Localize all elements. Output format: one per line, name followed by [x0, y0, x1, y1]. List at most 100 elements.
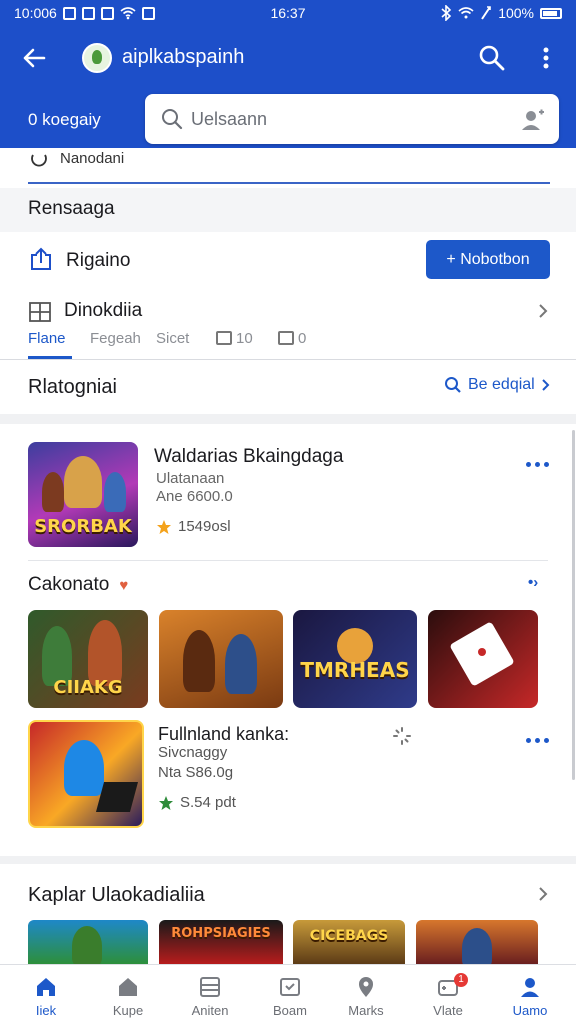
app-size: Nta S86.0g [158, 764, 234, 781]
loading-spinner-icon [393, 727, 411, 745]
house-icon [119, 978, 137, 996]
nav-item-profile[interactable]: Uamo [490, 971, 570, 1021]
game-thumbnail[interactable]: ROHPSIAGIES [159, 920, 283, 964]
nav-label: Marks [348, 1003, 384, 1018]
voice-search-icon[interactable] [519, 106, 547, 134]
nav-item-vlate[interactable]: 1 Vlate [408, 971, 488, 1021]
app-size: Ane 6600.0 [156, 488, 233, 505]
pin-icon [359, 977, 373, 997]
category-row[interactable]: Dinokdiia [28, 298, 548, 324]
chevron-right-icon[interactable] [536, 884, 550, 904]
status-bar: 10:006 16:37 100% [0, 0, 576, 26]
tab-sicet[interactable]: Sicet [156, 330, 189, 347]
subsection-more-link[interactable]: •› [528, 574, 538, 591]
game-thumbnail[interactable] [159, 610, 283, 708]
search-input[interactable]: Uelsaann [145, 94, 559, 144]
game-thumbnail[interactable]: CICEBAGS [293, 920, 405, 964]
section-title: Rensaaga [28, 198, 115, 219]
thumbnail-title: CIIAKG [53, 677, 123, 698]
game-thumbnail[interactable]: TMRHEAS [293, 610, 417, 708]
game-thumbnail[interactable] [416, 920, 538, 964]
thumbnail-title: TMRHEAS [300, 658, 410, 682]
more-options-icon[interactable] [526, 736, 552, 746]
nav-item-home[interactable]: Iiek [6, 971, 86, 1021]
hero-figure [64, 456, 102, 508]
nav-item-boam[interactable]: Boam [250, 971, 330, 1021]
app-rating: 1549osl [156, 518, 231, 535]
region-row[interactable]: Rigaino [28, 246, 408, 274]
thumbnail-title: SRORBAK [34, 516, 132, 537]
loading-icon [31, 154, 47, 167]
tab-count-label: 10 [236, 330, 253, 347]
share-upload-icon [31, 247, 51, 270]
notification-icon [81, 6, 95, 20]
nav-item-kupe[interactable]: Kupe [88, 971, 168, 1021]
nav-label: Kupe [112, 1003, 144, 1018]
app-header: aiplkabspainh 0 koegaiy Uelsaann [0, 26, 576, 148]
tab-flane[interactable]: Flane [28, 330, 66, 347]
nav-label: Aniten [191, 1003, 229, 1018]
star-icon [157, 519, 171, 534]
more-vert-icon[interactable] [532, 42, 560, 74]
search-icon [445, 377, 461, 393]
app-thumbnail[interactable]: SRORBAK [28, 442, 138, 547]
notification-badge: 1 [454, 973, 468, 987]
app-rating: S.54 pdt [158, 794, 236, 811]
app-name[interactable]: Waldarias Bkaingdaga [154, 446, 343, 468]
app-thumbnail[interactable] [28, 720, 144, 828]
clipboard-icon [280, 978, 300, 996]
status-time: 10:006 [14, 5, 57, 21]
app-developer: Sivcnaggy [158, 744, 228, 761]
see-all-link[interactable]: Be edqial [444, 376, 551, 394]
scrollbar[interactable] [572, 430, 575, 780]
notification-icon [62, 6, 76, 20]
chevron-right-icon [542, 379, 550, 391]
tab-fegeah[interactable]: Fegeah [90, 330, 141, 347]
hero-figure [104, 472, 126, 512]
search-icon[interactable] [476, 42, 508, 74]
rating-value: 1549osl [178, 518, 231, 535]
tab-count-label: 0 [298, 330, 307, 347]
hero-figure [42, 472, 64, 512]
nav-label: Vlate [433, 1003, 463, 1018]
notification-icon [141, 6, 155, 20]
recommended-title: Rlatogniai [28, 376, 117, 398]
tab-count-0[interactable]: 0 [278, 330, 306, 347]
category-label: Dinokdiia [64, 300, 143, 321]
person-icon [521, 978, 539, 997]
app-list-card: SRORBAK Waldarias Bkaingdaga Ulatanaan A… [0, 424, 576, 856]
grid-icon [29, 302, 51, 322]
thumbnail-title: CICEBAGS [309, 928, 389, 944]
card-pip [478, 648, 486, 656]
add-region-button[interactable]: + Nobotbon [426, 240, 550, 279]
image-icon [278, 331, 294, 345]
battery-percent: 100% [498, 5, 534, 21]
game-thumbnail[interactable]: CIIAKG [28, 610, 148, 708]
filter-hint: Nanodani [60, 150, 125, 167]
nav-item-marks[interactable]: Marks [326, 971, 406, 1021]
heart-icon: ♥ [119, 576, 129, 594]
more-options-icon[interactable] [526, 460, 552, 470]
rating-value: S.54 pdt [180, 794, 236, 811]
thumbnail-title: ROHPSIAGIES [171, 926, 271, 941]
wifi-icon [120, 7, 136, 20]
active-tab-indicator [28, 356, 72, 359]
chevron-right-icon [539, 304, 548, 318]
bottom-navigation: Iiek Kupe Aniten Boam Marks 1 Vlate Uamo [0, 964, 576, 1024]
filter-panel: Nanodani Rensaaga Rigaino + Nobotbon Din… [0, 148, 576, 362]
tab-count-10[interactable]: 10 [216, 330, 253, 347]
app-name[interactable]: Fullnland kanka: [158, 724, 289, 745]
logo-shape [95, 782, 139, 812]
hero-figure [462, 928, 492, 964]
location-selector[interactable]: 0 koegaiy [28, 110, 101, 130]
divider [28, 560, 548, 561]
app-developer: Ulatanaan [156, 470, 225, 487]
back-arrow-icon[interactable] [18, 42, 50, 74]
see-all-label: Be edqial [468, 376, 535, 393]
section-title: Kaplar Ulaokadialiia [28, 884, 205, 906]
game-thumbnail[interactable] [428, 610, 538, 708]
nav-item-aniten[interactable]: Aniten [170, 971, 250, 1021]
app-avatar [82, 43, 112, 73]
game-thumbnail[interactable] [28, 920, 148, 964]
input-underline [28, 182, 550, 184]
